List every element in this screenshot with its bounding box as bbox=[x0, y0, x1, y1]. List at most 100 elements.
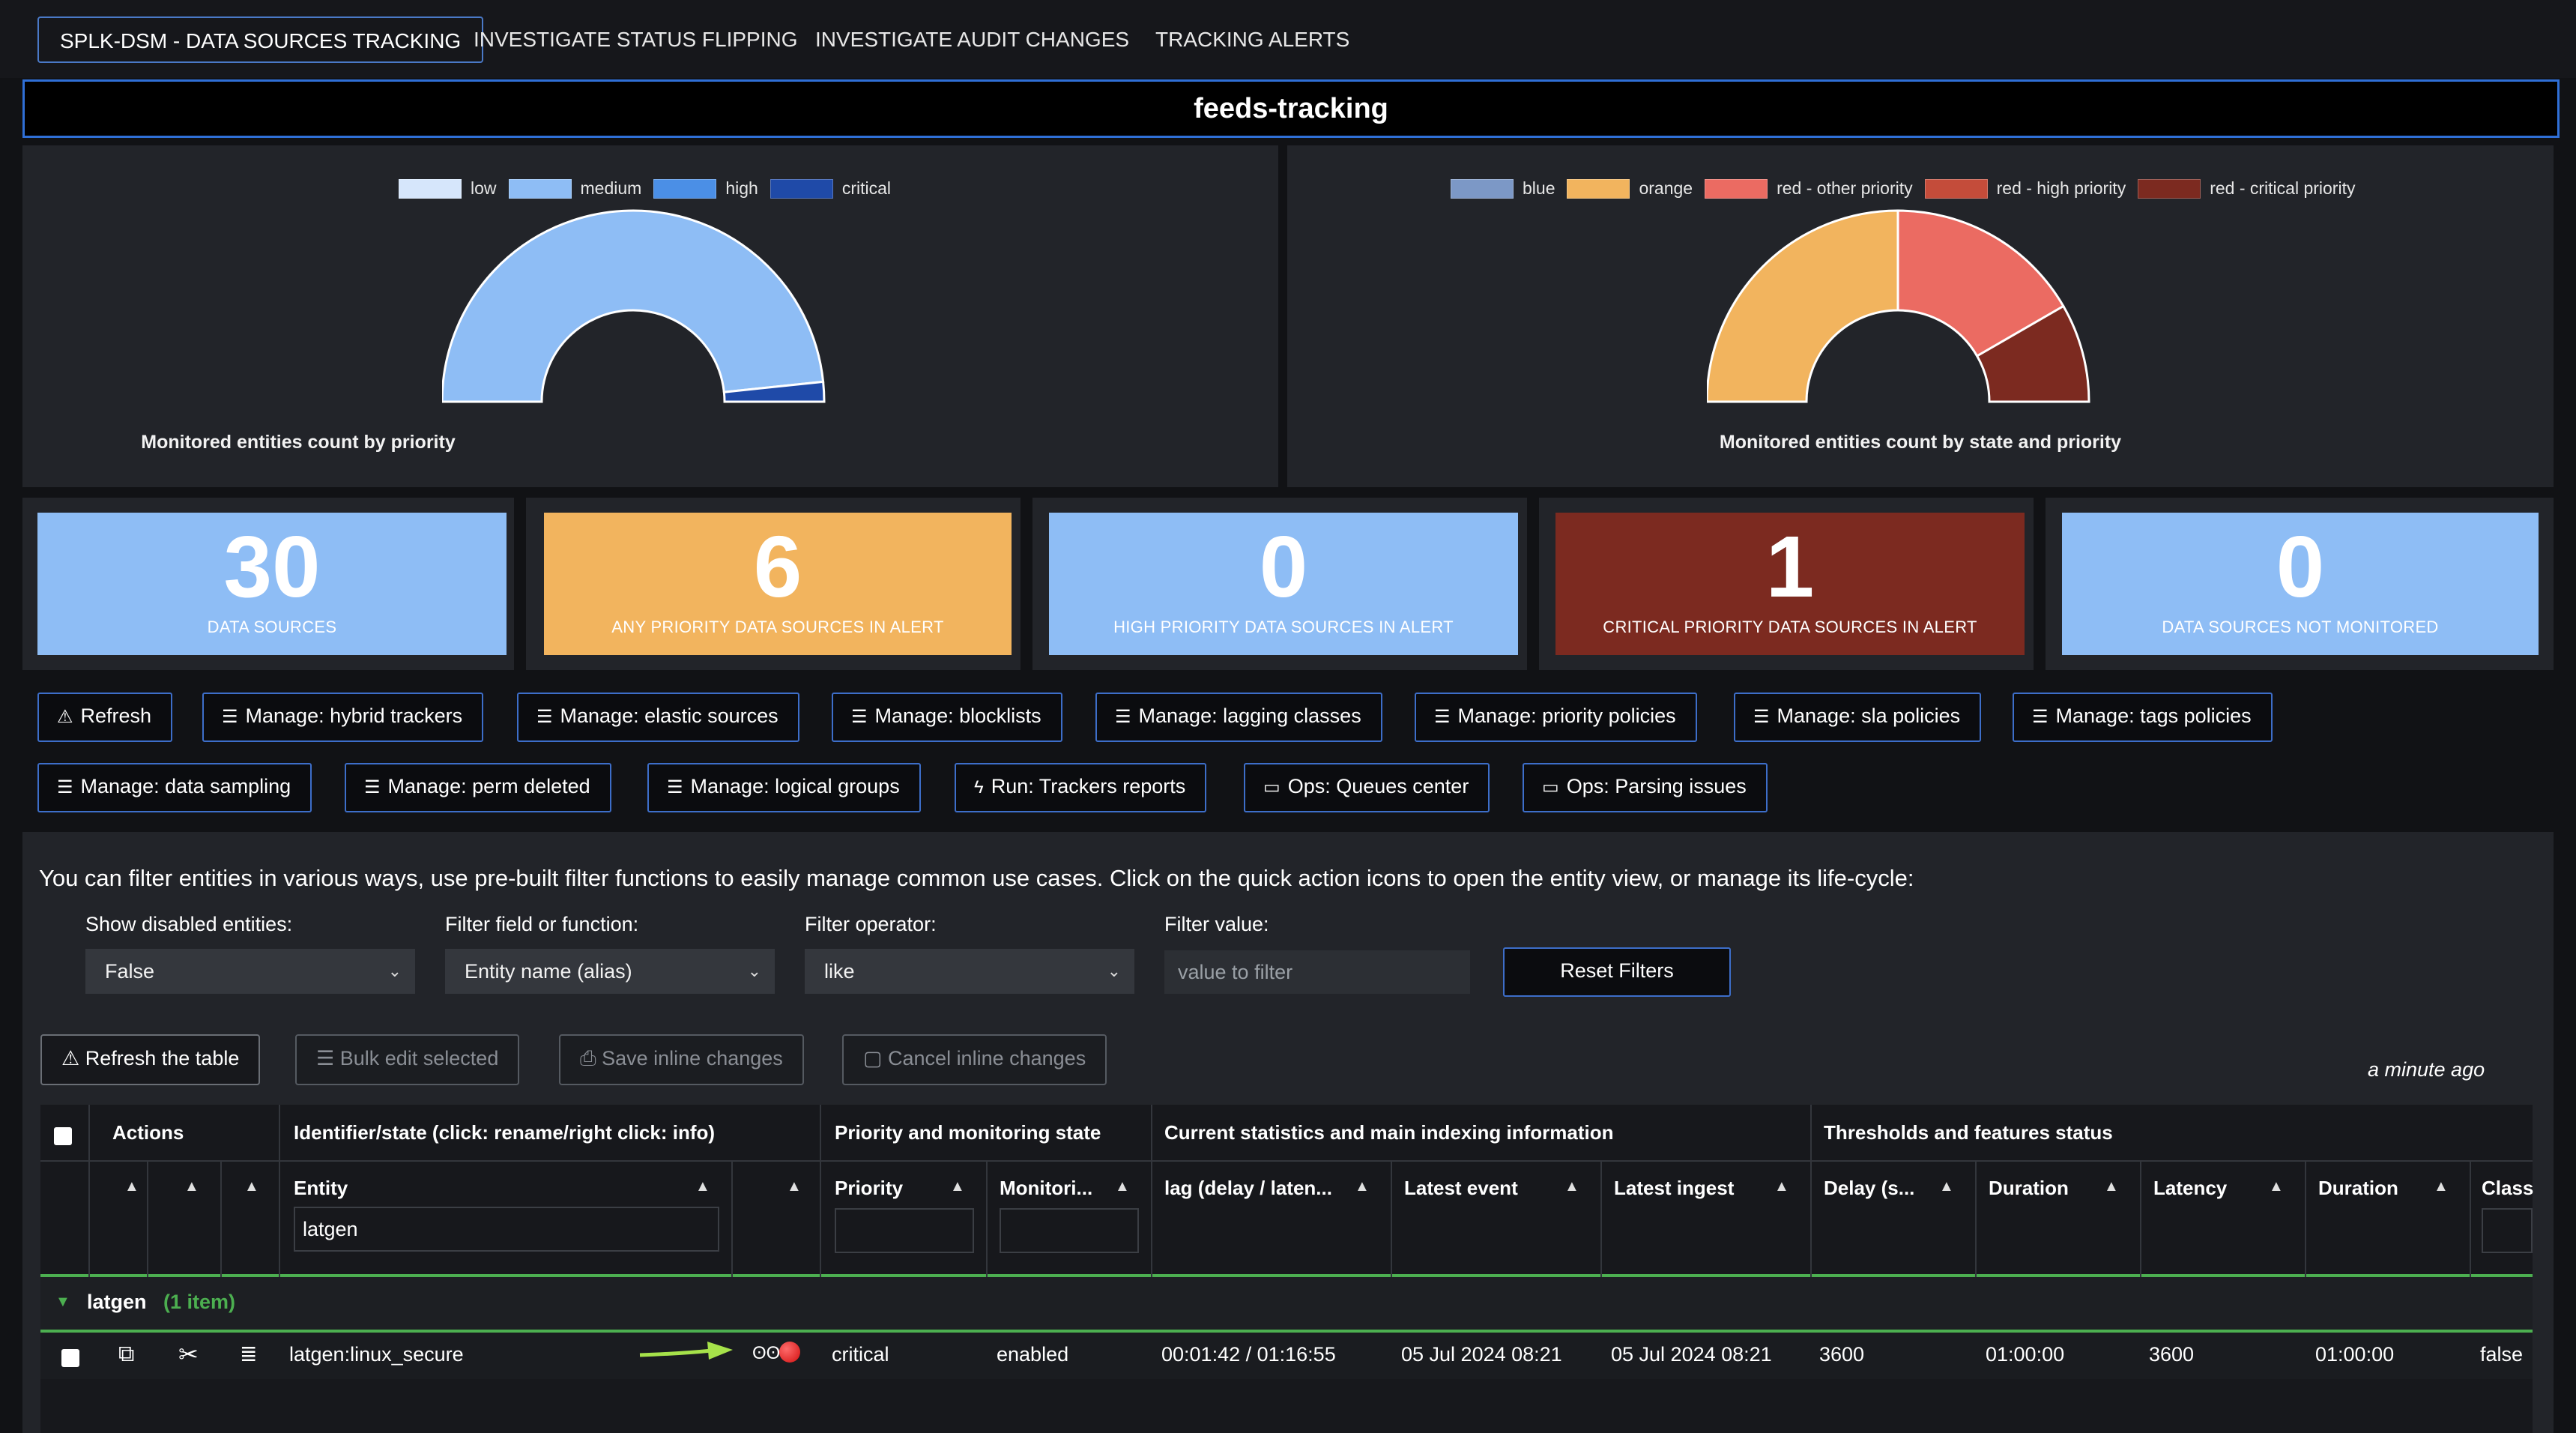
row-checkbox[interactable] bbox=[61, 1349, 79, 1367]
show-disabled-select[interactable]: False ⌄ bbox=[85, 949, 415, 994]
column-header-priority[interactable]: Priority bbox=[835, 1177, 903, 1200]
column-divider bbox=[986, 1162, 988, 1277]
sort-icon[interactable]: ▲ bbox=[1355, 1178, 1370, 1195]
chevron-down-icon[interactable]: ▼ bbox=[55, 1294, 70, 1311]
bulk-edit-button[interactable]: ☰ Bulk edit selected bbox=[295, 1034, 520, 1085]
button-label: Manage: logical groups bbox=[690, 775, 900, 797]
refresh-button[interactable]: ⚠ Refresh bbox=[37, 693, 173, 742]
manage-logical-groups-button[interactable]: ☰ Manage: logical groups bbox=[647, 763, 921, 812]
filter-intro-text: You can filter entities in various ways,… bbox=[39, 865, 1914, 891]
sort-icon[interactable]: ▲ bbox=[1564, 1178, 1579, 1195]
kpi-critical-priority-alert[interactable]: 1 CRITICAL PRIORITY DATA SOURCES IN ALER… bbox=[1555, 513, 2025, 655]
tab-investigate-audit-changes[interactable]: INVESTIGATE AUDIT CHANGES bbox=[794, 16, 1150, 63]
sort-icon[interactable]: ▲ bbox=[787, 1178, 802, 1195]
column-header-lag[interactable]: lag (delay / laten... bbox=[1164, 1177, 1332, 1200]
kpi-data-sources[interactable]: 30 DATA SOURCES bbox=[37, 513, 507, 655]
sort-icon[interactable]: ▲ bbox=[1115, 1178, 1130, 1195]
pie-slice-orange[interactable] bbox=[1707, 209, 1899, 403]
delay-cell[interactable]: 3600 bbox=[1819, 1343, 1864, 1366]
duration-cell: 01:00:00 bbox=[1986, 1343, 2065, 1366]
column-header-delay[interactable]: Delay (s... bbox=[1824, 1177, 1914, 1200]
column-header-latest-event[interactable]: Latest event bbox=[1404, 1177, 1518, 1200]
legend-item: orange bbox=[1567, 178, 1693, 199]
column-divider bbox=[279, 1105, 280, 1277]
sort-icon[interactable]: ▲ bbox=[184, 1178, 199, 1195]
tab-tracking-alerts[interactable]: TRACKING ALERTS bbox=[1134, 16, 1370, 63]
sliders-icon: ☰ bbox=[57, 777, 73, 797]
manage-perm-deleted-button[interactable]: ☰ Manage: perm deleted bbox=[345, 763, 611, 812]
sort-icon[interactable]: ▲ bbox=[695, 1178, 710, 1195]
cancel-inline-changes-button[interactable]: ▢ Cancel inline changes bbox=[842, 1034, 1107, 1085]
manage-tags-policies-button[interactable]: ☰ Manage: tags policies bbox=[2013, 693, 2273, 742]
database-icon[interactable]: ≣ bbox=[240, 1342, 257, 1366]
lag-cell: 00:01:42 / 01:16:55 bbox=[1161, 1343, 1336, 1366]
manage-elastic-sources-button[interactable]: ☰ Manage: elastic sources bbox=[517, 693, 799, 742]
sort-icon[interactable]: ▲ bbox=[124, 1178, 139, 1195]
column-header-monitoring[interactable]: Monitori... bbox=[1000, 1177, 1092, 1200]
filter-field-select[interactable]: Entity name (alias) ⌄ bbox=[445, 949, 775, 994]
column-header-entity[interactable]: Entity bbox=[294, 1177, 348, 1200]
column-header-latency[interactable]: Latency bbox=[2153, 1177, 2227, 1200]
arrow-annotation-icon bbox=[639, 1342, 733, 1360]
status-red-icon[interactable] bbox=[779, 1342, 800, 1363]
column-header-class[interactable]: Class bbox=[2482, 1177, 2533, 1200]
pie-slice-medium[interactable] bbox=[442, 209, 825, 403]
reset-filters-button[interactable]: Reset Filters bbox=[1503, 947, 1731, 997]
refresh-table-button[interactable]: ⚠ Refresh the table bbox=[40, 1034, 261, 1085]
dashboard-title: feeds-tracking bbox=[22, 79, 2560, 138]
button-label: Manage: data sampling bbox=[80, 775, 291, 797]
sort-icon[interactable]: ▲ bbox=[1939, 1178, 1954, 1195]
button-label: Save inline changes bbox=[602, 1047, 783, 1070]
tab-investigate-status-flipping[interactable]: INVESTIGATE STATUS FLIPPING bbox=[453, 16, 819, 63]
manage-hybrid-trackers-button[interactable]: ☰ Manage: hybrid trackers bbox=[202, 693, 484, 742]
column-divider bbox=[1810, 1105, 1812, 1277]
sort-icon[interactable]: ▲ bbox=[2104, 1178, 2119, 1195]
class-filter-input[interactable] bbox=[2482, 1208, 2533, 1253]
group-row[interactable] bbox=[40, 1277, 2533, 1331]
open-external-icon[interactable]: ⧉ bbox=[118, 1342, 134, 1367]
kpi-any-priority-alert[interactable]: 6 ANY PRIORITY DATA SOURCES IN ALERT bbox=[544, 513, 1012, 655]
column-divider bbox=[2305, 1162, 2306, 1277]
filter-operator-select[interactable]: like ⌄ bbox=[805, 949, 1134, 994]
sliders-icon: ☰ bbox=[1434, 707, 1451, 727]
ops-queues-center-button[interactable]: ▭ Ops: Queues center bbox=[1244, 763, 1490, 812]
monitoring-filter-input[interactable] bbox=[1000, 1208, 1139, 1253]
column-header-duration[interactable]: Duration bbox=[2318, 1177, 2398, 1200]
monitoring-cell[interactable]: enabled bbox=[997, 1343, 1068, 1366]
latency-cell[interactable]: 3600 bbox=[2149, 1343, 2194, 1366]
manage-priority-policies-button[interactable]: ☰ Manage: priority policies bbox=[1415, 693, 1697, 742]
sort-icon[interactable]: ▲ bbox=[2434, 1178, 2449, 1195]
tab-data-sources-tracking[interactable]: SPLK-DSM - DATA SOURCES TRACKING bbox=[37, 16, 484, 63]
legend-swatch bbox=[1924, 178, 1988, 199]
ops-parsing-issues-button[interactable]: ▭ Ops: Parsing issues bbox=[1523, 763, 1768, 812]
sort-icon[interactable]: ▲ bbox=[950, 1178, 965, 1195]
entity-cell[interactable]: latgen:linux_secure bbox=[289, 1343, 464, 1366]
kpi-gap bbox=[1527, 498, 1539, 670]
priority-cell[interactable]: critical bbox=[832, 1343, 889, 1366]
sort-icon[interactable]: ▲ bbox=[244, 1178, 259, 1195]
tools-icon[interactable]: ✂ bbox=[178, 1340, 199, 1369]
sort-icon[interactable]: ▲ bbox=[1774, 1178, 1789, 1195]
flipping-icon[interactable]: ʘʘ bbox=[752, 1343, 780, 1364]
filter-value-input[interactable]: value to filter bbox=[1164, 950, 1470, 994]
manage-blocklists-button[interactable]: ☰ Manage: blocklists bbox=[832, 693, 1062, 742]
manage-data-sampling-button[interactable]: ☰ Manage: data sampling bbox=[37, 763, 312, 812]
priority-filter-input[interactable] bbox=[835, 1208, 974, 1253]
kpi-value: 30 bbox=[223, 518, 321, 615]
run-trackers-reports-button[interactable]: ϟ Run: Trackers reports bbox=[955, 763, 1207, 812]
button-label: Manage: tags policies bbox=[2055, 705, 2252, 727]
column-divider bbox=[1600, 1162, 1602, 1277]
kpi-not-monitored[interactable]: 0 DATA SOURCES NOT MONITORED bbox=[2062, 513, 2539, 655]
column-header-duration[interactable]: Duration bbox=[1989, 1177, 2069, 1200]
legend-swatch bbox=[2138, 178, 2201, 199]
column-header-latest-ingest[interactable]: Latest ingest bbox=[1614, 1177, 1734, 1200]
save-inline-changes-button[interactable]: ⎙ Save inline changes bbox=[559, 1034, 804, 1085]
manage-sla-policies-button[interactable]: ☰ Manage: sla policies bbox=[1734, 693, 1982, 742]
select-all-checkbox[interactable] bbox=[54, 1127, 72, 1145]
kpi-high-priority-alert[interactable]: 0 HIGH PRIORITY DATA SOURCES IN ALERT bbox=[1049, 513, 1518, 655]
entity-filter-input[interactable]: latgen bbox=[294, 1207, 719, 1252]
button-label: Refresh bbox=[80, 705, 152, 727]
manage-lagging-classes-button[interactable]: ☰ Manage: lagging classes bbox=[1095, 693, 1382, 742]
latest-ingest-cell: 05 Jul 2024 08:21 bbox=[1611, 1343, 1772, 1366]
sort-icon[interactable]: ▲ bbox=[2269, 1178, 2284, 1195]
